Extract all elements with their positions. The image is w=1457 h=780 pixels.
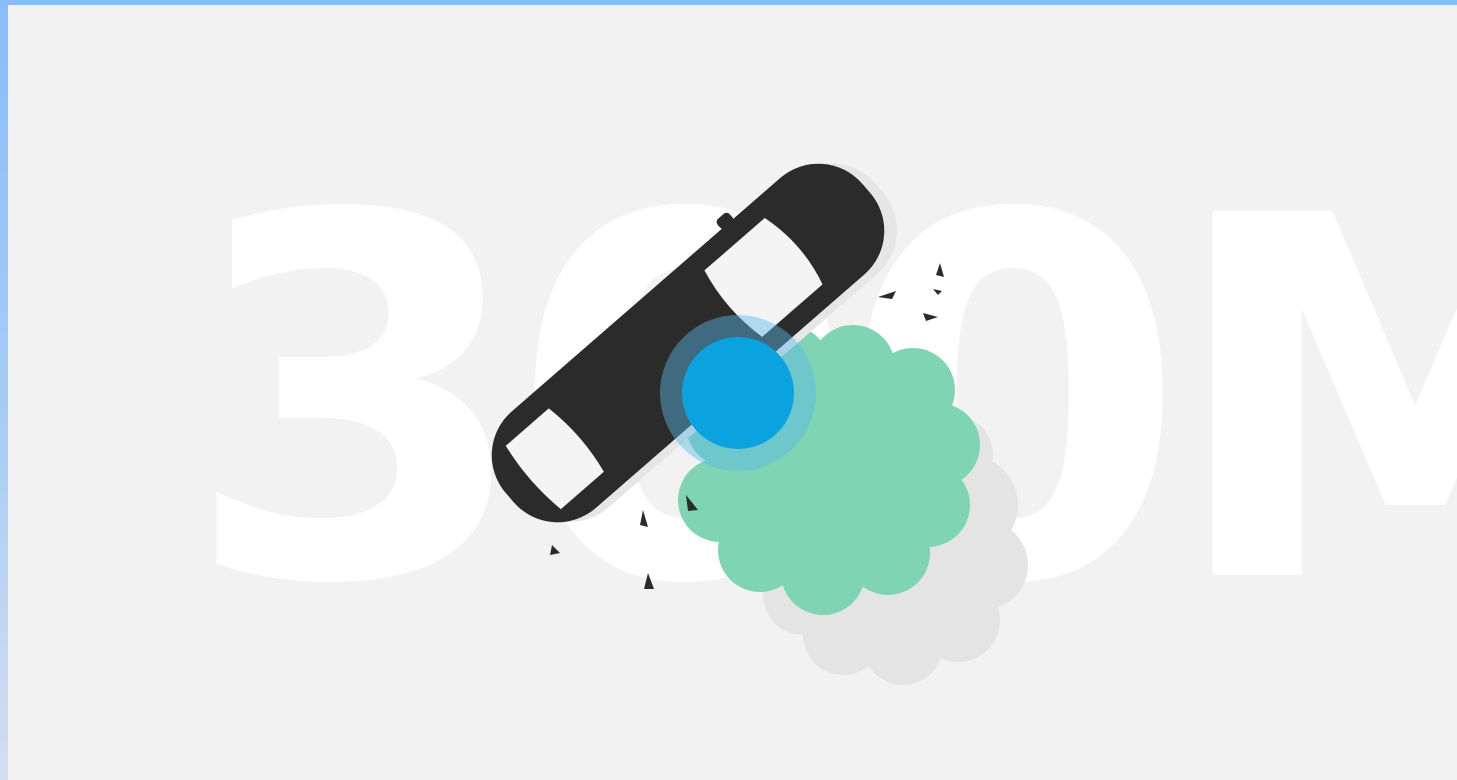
window-frame: 300M [0, 0, 1457, 780]
illustration-canvas: 300M [8, 5, 1457, 780]
crash-illustration: 300M [183, 111, 1457, 693]
location-dot-icon [660, 315, 816, 471]
